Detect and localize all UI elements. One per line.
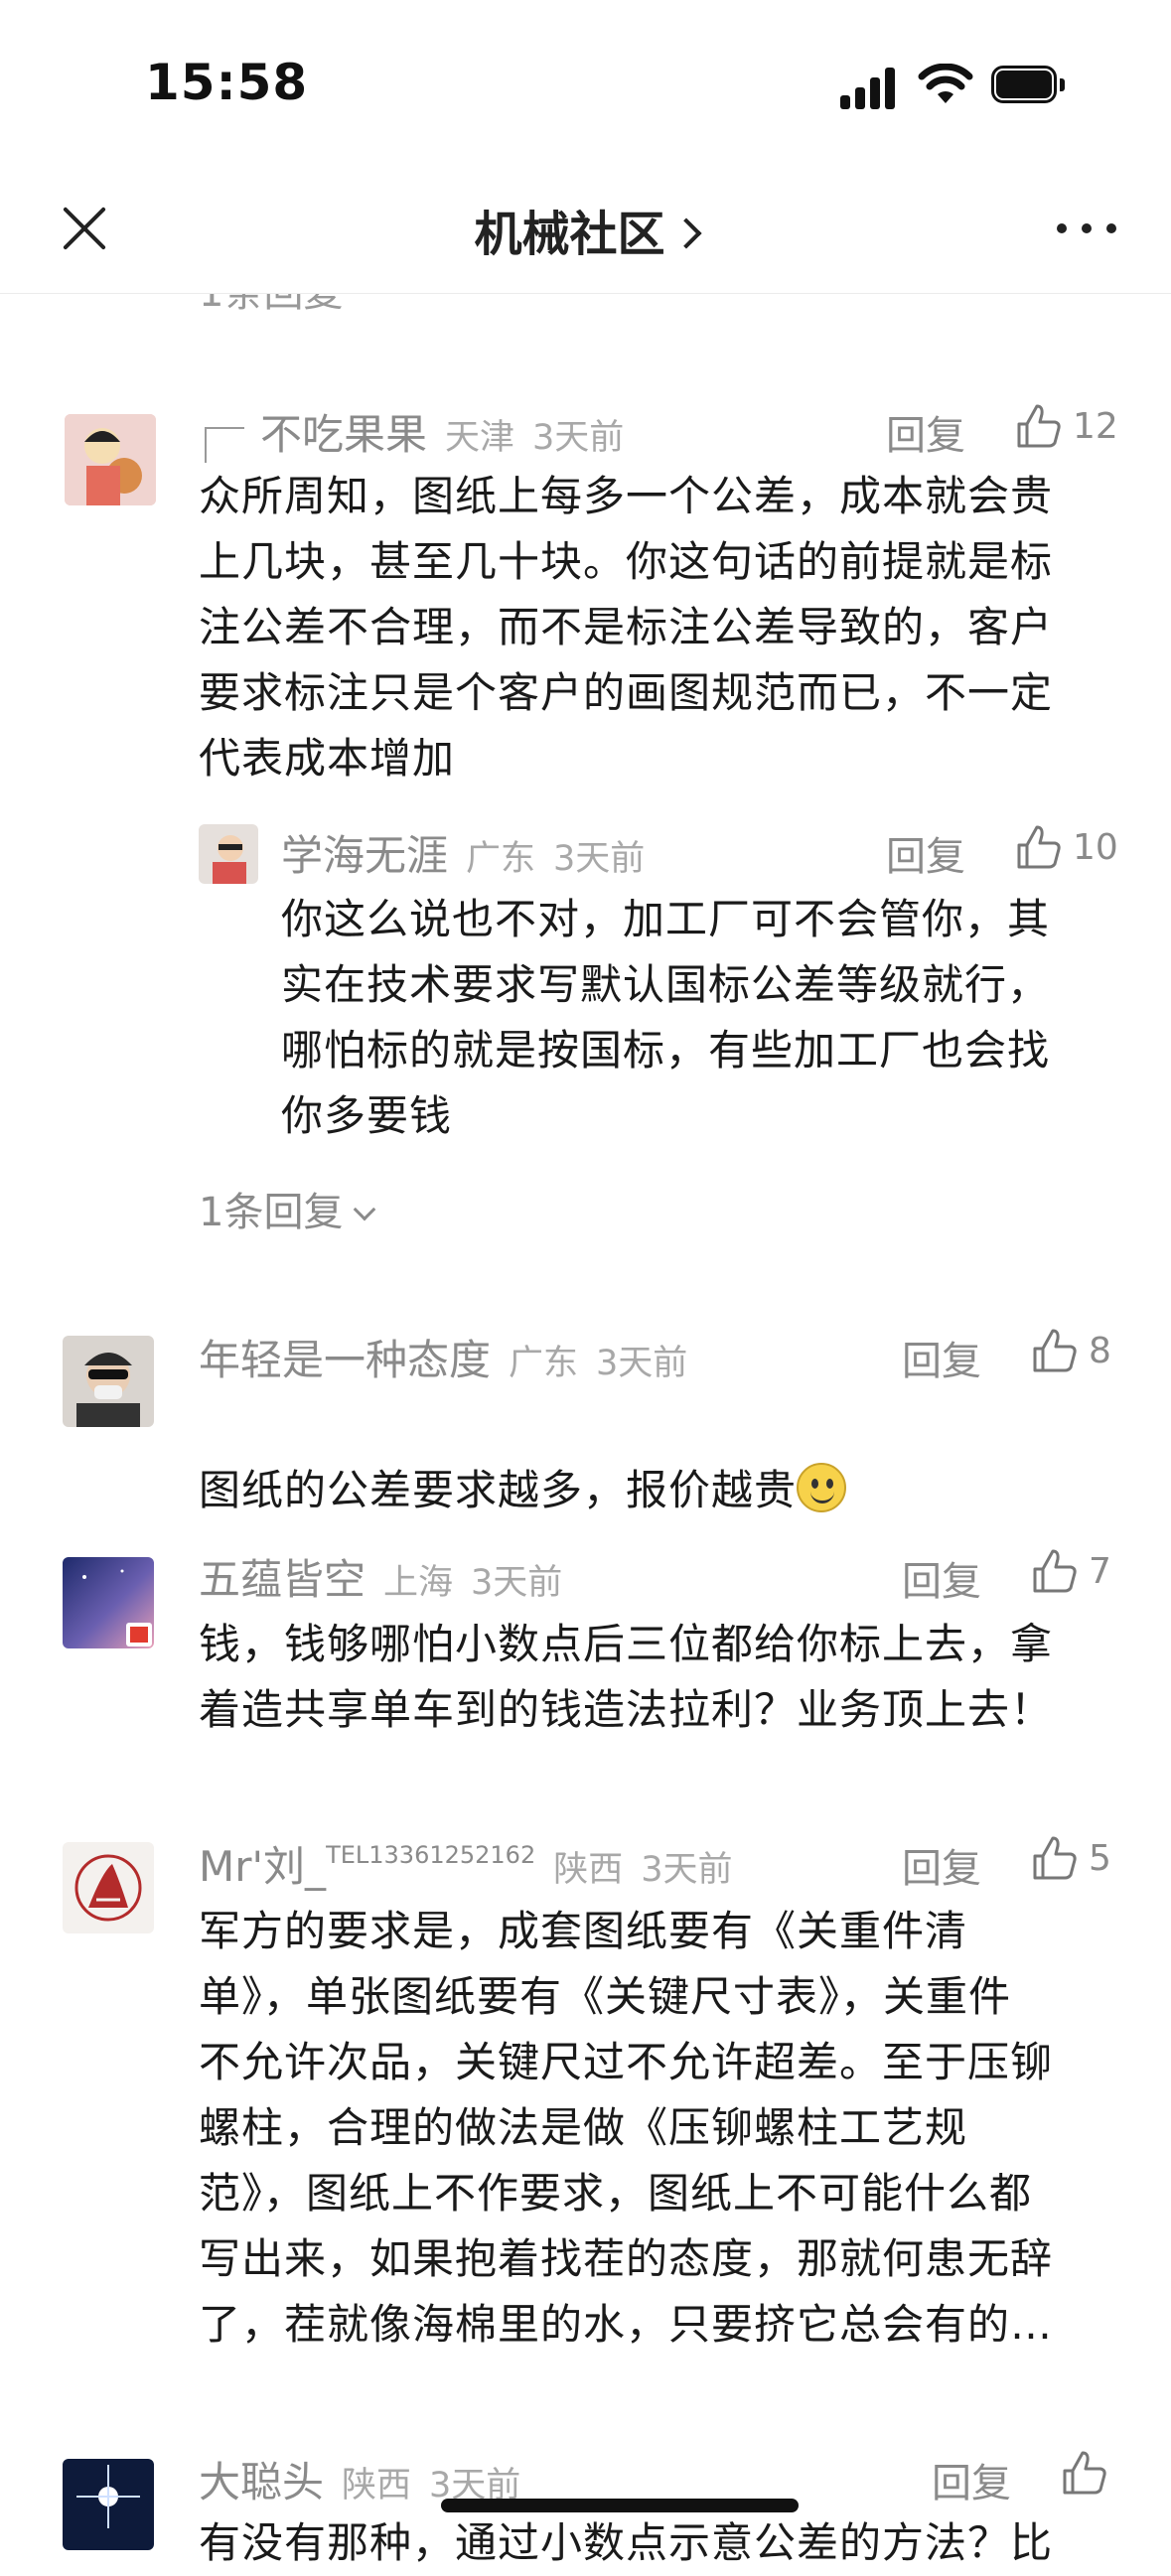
wifi-icon xyxy=(918,64,973,103)
author-location: 广东 xyxy=(509,1344,579,1383)
like-count: 7 xyxy=(1089,1551,1111,1592)
comment-text: 军方的要求是，成套图纸要有《关重件清 单》，单张图纸要有《关键尺寸表》，关重件 … xyxy=(199,1907,1054,2349)
avatar-image xyxy=(63,1557,154,1648)
author-location: 陕西 xyxy=(342,2466,412,2505)
expand-replies-button[interactable]: 1条回复 xyxy=(199,1180,376,1237)
comment-text: 钱，钱够哪怕小数点后三位都给你标上去，拿 着造共享单车到的钱造法拉利？业务顶上去… xyxy=(199,1620,1054,1734)
thumbs-up-icon xyxy=(1017,404,1061,448)
like-count: 10 xyxy=(1073,827,1118,868)
like-count: 12 xyxy=(1073,406,1118,447)
comment-header: 不吃果果 天津 3天前 xyxy=(260,401,624,462)
author-location: 陕西 xyxy=(553,1850,624,1890)
avatar-image xyxy=(65,414,156,505)
like-count: 5 xyxy=(1089,1838,1111,1879)
chevron-down-icon xyxy=(354,1198,376,1221)
comment-time: 3天前 xyxy=(553,839,646,879)
battery-icon xyxy=(991,66,1067,105)
smile-emoji-icon xyxy=(797,1463,847,1512)
reply-button[interactable]: 回复 xyxy=(886,824,965,882)
home-indicator[interactable] xyxy=(441,2499,799,2512)
comment-header: 年轻是一种态度 广东 3天前 xyxy=(199,1327,687,1387)
avatar-image xyxy=(63,1842,154,1933)
comment-time: 3天前 xyxy=(532,418,625,458)
avatar[interactable] xyxy=(63,1336,154,1427)
status-time: 15:58 xyxy=(145,54,309,111)
author-location: 天津 xyxy=(445,418,515,458)
status-bar: 15:58 xyxy=(0,0,1171,169)
comment-time: 3天前 xyxy=(641,1850,733,1890)
avatar-image xyxy=(63,1336,154,1427)
nav-bar: 机械社区 xyxy=(0,169,1171,294)
comment-text-body: 图纸的公差要求越多，报价越贵 xyxy=(199,1466,798,1514)
expand-replies-label: 1条回复 xyxy=(199,1190,344,1235)
avatar[interactable] xyxy=(63,1557,154,1648)
comment-time: 3天前 xyxy=(596,1344,688,1383)
reply-button[interactable]: 回复 xyxy=(902,1836,981,1894)
comment-header: 五蕴皆空 上海 3天前 xyxy=(199,1546,562,1607)
avatar-image xyxy=(199,824,258,884)
avatar[interactable] xyxy=(199,824,258,884)
avatar[interactable] xyxy=(63,2459,154,2550)
comment-text: 众所周知，图纸上每多一个公差，成本就会贵 上几块，甚至几十块。你这句话的前提就是… xyxy=(199,472,1054,783)
avatar[interactable] xyxy=(63,1842,154,1933)
reply-button[interactable]: 回复 xyxy=(932,2451,1011,2508)
subreply-text: 你这么说也不对，加工厂可不会管你，其 实在技术要求写默认国标公差等级就行， 哪怕… xyxy=(281,895,1051,1140)
thumbs-up-icon xyxy=(1033,1329,1077,1372)
thumbs-up-icon xyxy=(1033,1836,1077,1880)
author-name[interactable]: 学海无涯 xyxy=(281,831,448,880)
like-count: 8 xyxy=(1089,1331,1111,1371)
community-title[interactable]: 机械社区 xyxy=(0,195,1171,264)
author-name[interactable]: 五蕴皆空 xyxy=(199,1555,366,1604)
avatar[interactable] xyxy=(65,414,156,505)
author-name[interactable]: 不吃果果 xyxy=(260,410,427,459)
nav-title-label: 机械社区 xyxy=(474,207,665,262)
author-location: 广东 xyxy=(466,839,536,879)
comment-text: 图纸的公差要求越多，报价越贵 xyxy=(199,1392,1112,1523)
avatar-image xyxy=(63,2459,154,2550)
comment-text: 有没有那种，通过小数点示意公差的方法？比 xyxy=(199,2518,1054,2567)
thumbs-up-icon xyxy=(1017,825,1061,869)
chevron-right-icon xyxy=(669,217,702,249)
author-location: 上海 xyxy=(383,1563,454,1603)
author-name[interactable]: 大聪头 xyxy=(199,2458,324,2506)
comment-header: Mr'刘_TEL13361252162 陕西 3天前 xyxy=(199,1833,733,1894)
thumbs-up-icon xyxy=(1063,2451,1106,2495)
placeholder-box xyxy=(205,427,244,463)
reply-button[interactable]: 回复 xyxy=(886,403,965,461)
comment-time: 3天前 xyxy=(471,1563,563,1603)
author-name[interactable]: 年轻是一种态度 xyxy=(199,1336,491,1384)
more-icon[interactable] xyxy=(1057,220,1116,236)
thumbs-up-icon xyxy=(1033,1549,1077,1593)
reply-button[interactable]: 回复 xyxy=(902,1549,981,1607)
author-name[interactable]: Mr'刘_ xyxy=(199,1842,326,1891)
subreply-header: 学海无涯 广东 3天前 xyxy=(281,822,645,883)
reply-button[interactable]: 回复 xyxy=(902,1329,981,1386)
author-tel: TEL13361252162 xyxy=(326,1841,536,1869)
cellular-signal-icon xyxy=(840,68,900,109)
